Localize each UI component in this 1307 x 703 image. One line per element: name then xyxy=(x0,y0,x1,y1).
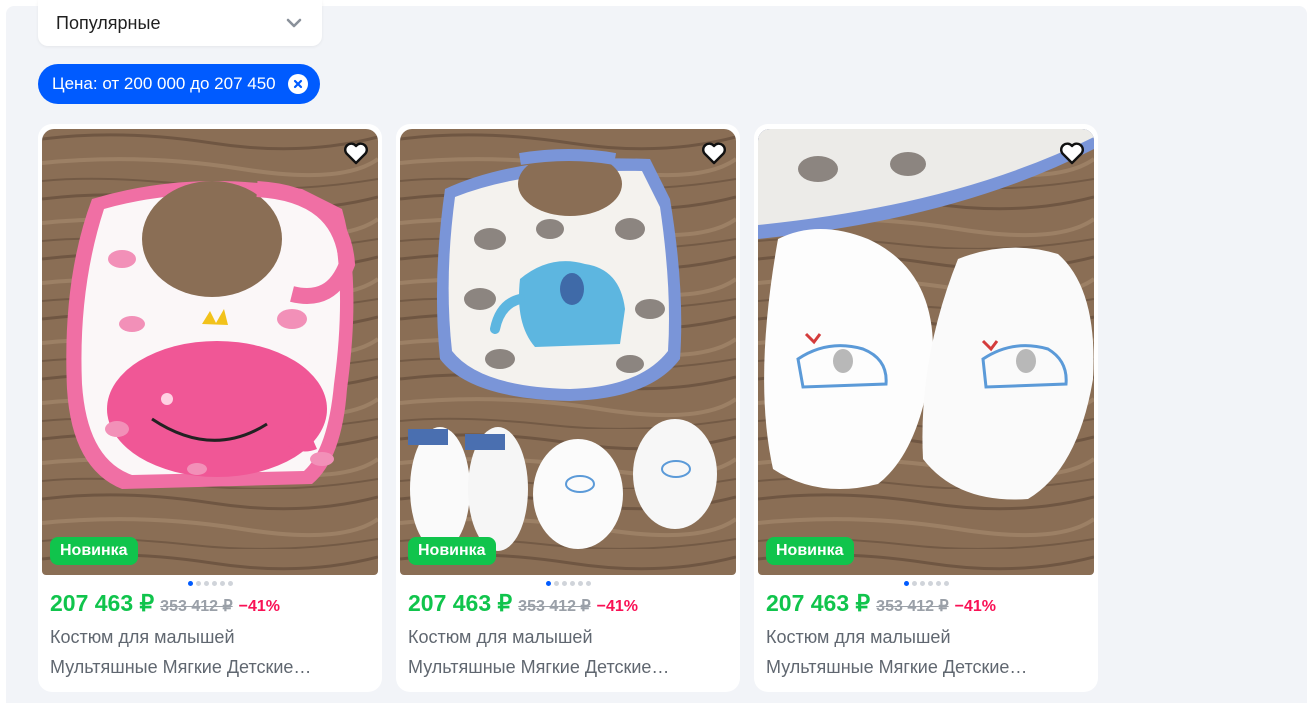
heart-icon[interactable] xyxy=(342,139,370,167)
product-title-line1: Костюм для малышей xyxy=(50,627,235,647)
close-icon[interactable] xyxy=(287,74,308,94)
product-image[interactable]: Новинка xyxy=(400,129,736,575)
discount-percent: −41% xyxy=(954,598,997,615)
price-filter-chip[interactable]: Цена: от 200 000 до 207 450 xyxy=(38,64,320,104)
product-card[interactable]: Новинка 207 463 ₽ 353 412 ₽ −41% Костюм … xyxy=(754,124,1098,692)
discount-percent: −41% xyxy=(238,598,281,615)
chevron-down-icon xyxy=(286,18,302,28)
product-title-line2: Мультяшные Мягкие Детские… xyxy=(408,657,670,677)
product-title-line2: Мультяшные Мягкие Детские… xyxy=(766,657,1028,677)
product-image[interactable]: Новинка xyxy=(42,129,378,575)
price-row: 207 463 ₽ 353 412 ₽ −41% xyxy=(766,590,996,617)
heart-icon[interactable] xyxy=(1058,139,1086,167)
current-price: 207 463 ₽ xyxy=(50,590,155,616)
price-filter-label: Цена: от 200 000 до 207 450 xyxy=(52,74,276,93)
product-card[interactable]: Новинка 207 463 ₽ 353 412 ₽ −41% Костюм … xyxy=(38,124,382,692)
price-row: 207 463 ₽ 353 412 ₽ −41% xyxy=(408,590,638,617)
product-image[interactable]: Новинка xyxy=(758,129,1094,575)
heart-icon[interactable] xyxy=(700,139,728,167)
price-row: 207 463 ₽ 353 412 ₽ −41% xyxy=(50,590,280,617)
product-title-line1: Костюм для малышей xyxy=(766,627,951,647)
new-badge: Новинка xyxy=(408,537,496,565)
product-title-line2: Мультяшные Мягкие Детские… xyxy=(50,657,312,677)
new-badge: Новинка xyxy=(766,537,854,565)
product-title-line1: Костюм для малышей xyxy=(408,627,593,647)
new-badge: Новинка xyxy=(50,537,138,565)
old-price: 353 412 ₽ xyxy=(876,598,949,615)
image-pagination-dots[interactable] xyxy=(396,581,740,586)
old-price: 353 412 ₽ xyxy=(518,598,591,615)
image-pagination-dots[interactable] xyxy=(754,581,1098,586)
product-title[interactable]: Костюм для малышей Мультяшные Мягкие Дет… xyxy=(766,622,1086,682)
discount-percent: −41% xyxy=(596,598,639,615)
product-title[interactable]: Костюм для малышей Мультяшные Мягкие Дет… xyxy=(408,622,728,682)
current-price: 207 463 ₽ xyxy=(766,590,871,616)
old-price: 353 412 ₽ xyxy=(160,598,233,615)
product-card[interactable]: Новинка 207 463 ₽ 353 412 ₽ −41% Костюм … xyxy=(396,124,740,692)
product-title[interactable]: Костюм для малышей Мультяшные Мягкие Дет… xyxy=(50,622,370,682)
sort-selected-label: Популярные xyxy=(56,12,161,33)
current-price: 207 463 ₽ xyxy=(408,590,513,616)
sort-dropdown[interactable]: Популярные xyxy=(38,0,322,46)
image-pagination-dots[interactable] xyxy=(38,581,382,586)
